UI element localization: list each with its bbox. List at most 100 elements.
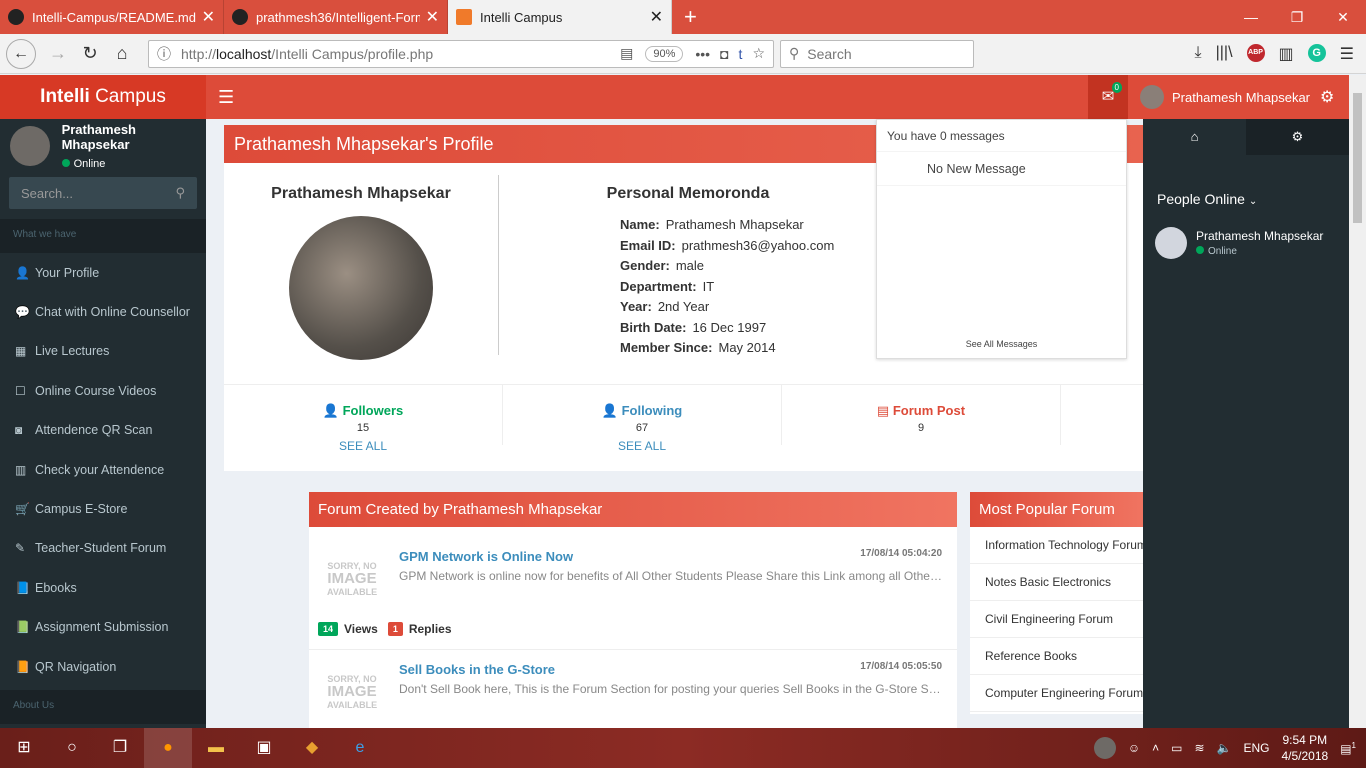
profile-name: Prathamesh Mhapsekar [271,185,451,202]
popular-forum-item[interactable]: Civil Engineering Forum [970,601,1143,638]
people-icon[interactable]: ☺ [1128,741,1140,755]
memo-title: Personal Memoronda [606,185,770,202]
url-bar[interactable]: ⓘ http://localhost/Intelli Campus/profil… [148,39,774,68]
app-icon[interactable]: ◆ [288,728,336,768]
firefox-icon[interactable]: ● [144,728,192,768]
zoom-level[interactable]: 90% [645,45,684,62]
sidebar-item-chat[interactable]: 💬 Chat with Online Counsellor [0,292,206,331]
start-icon[interactable]: ⊞ [0,728,48,768]
toolbar-right: ⤓ |||\ ABP ▥ G ☰ [1195,43,1366,64]
search-icon[interactable]: ⚲ [175,185,185,201]
scrollbar-thumb[interactable] [1353,93,1362,223]
sidebar-item-qr-navigation[interactable]: 📙 QR Navigation [0,647,206,686]
people-online-heading[interactable]: People Online ⌄ [1143,191,1349,207]
replies-badge: 1 [387,622,403,636]
search-placeholder: Search... [21,185,74,201]
messages-badge: 0 [1111,82,1122,93]
popular-forum-item[interactable]: Information Technology Forum [970,527,1143,564]
page-actions-icon[interactable]: ••• [695,46,710,62]
sidebar-item-ebooks[interactable]: 📘 Ebooks [0,568,206,607]
online-user[interactable]: Prathamesh Mhapsekar Online [1143,207,1349,259]
sidebar-item-attendence[interactable]: ▥ Check your Attendence [0,450,206,489]
see-all-following-link[interactable]: SEE ALL [503,439,781,453]
home-icon: ⌂ [1190,129,1199,144]
github-icon [8,9,24,25]
close-tab-icon[interactable]: ✕ [426,7,439,27]
forward-button[interactable]: → [42,43,74,64]
sidebar-item-assignment[interactable]: 📗 Assignment Submission [0,608,206,647]
task-view-icon[interactable]: ❐ [96,728,144,768]
stat-following: 👤 Following 67 SEE ALL [503,385,782,453]
tab-settings[interactable]: ⚙ [1246,119,1349,155]
popular-forum-item[interactable]: Reference Books [970,638,1143,675]
back-button[interactable]: ← [6,38,36,69]
tab-home[interactable]: ⌂ [1143,119,1246,155]
sidebar-item-forum[interactable]: ✎ Teacher-Student Forum [0,529,206,568]
grammarly-icon[interactable]: G [1307,43,1326,62]
restore-icon[interactable]: ❐ [1274,0,1320,34]
sidebar-item-your-profile[interactable]: 👤 Your Profile [0,253,206,292]
navigation-icon: 📙 [15,659,30,674]
browser-tab-repo[interactable]: prathmesh36/Intelligent-Form ✕ [224,0,448,34]
minimize-icon[interactable]: — [1228,0,1274,34]
volume-icon[interactable]: 🔈 [1217,741,1232,755]
stat-count: 67 [635,422,649,434]
forum-item-title[interactable]: Sell Books in the G-Store [399,662,555,677]
sidebar-toggle-button[interactable]: ☰ [218,87,234,108]
tab-label: prathmesh36/Intelligent-Form [256,9,420,25]
sidebar-item-course-videos[interactable]: ☐ Online Course Videos [0,371,206,410]
adblock-icon[interactable]: ABP [1246,43,1265,62]
home-button[interactable]: ⌂ [106,43,138,64]
browser-tab-strip: Intelli-Campus/README.md at ✕ prathmesh3… [0,0,1366,34]
close-tab-icon[interactable]: ✕ [202,7,215,27]
online-user-name: Prathamesh Mhapsekar [1196,229,1324,243]
cortana-icon[interactable]: ○ [48,728,96,768]
popular-forum-item[interactable]: Computer Engineering Forum [970,675,1143,712]
search-input[interactable]: ⚲ Search [780,39,974,68]
browser-tab-readme[interactable]: Intelli-Campus/README.md at ✕ [0,0,224,34]
library-icon[interactable]: |||\ [1216,44,1233,64]
clock[interactable]: 9:54 PM 4/5/2018 [1281,732,1328,764]
messages-button[interactable]: ✉ 0 [1088,75,1128,119]
window-controls: — ❐ ✕ [1228,0,1366,34]
download-icon[interactable]: ⤓ [1195,44,1202,64]
store-icon[interactable]: ▣ [240,728,288,768]
memo-row-birth-date: Birth Date: 16 Dec 1997 [620,319,767,335]
user-name: Prathamesh Mhapsekar [1172,89,1311,105]
sidebar-item-e-store[interactable]: 🛒 Campus E-Store [0,489,206,528]
notifications-icon[interactable]: ▤1 [1340,741,1356,756]
edge-icon[interactable]: e [336,728,384,768]
forum-item-title[interactable]: GPM Network is Online Now [399,549,573,564]
reader-view-icon[interactable]: ▤ [620,45,633,62]
sidebar-toggle-icon[interactable]: ▥ [1279,44,1294,64]
close-window-icon[interactable]: ✕ [1320,0,1366,34]
battery-icon[interactable]: ▭ [1171,741,1182,755]
wifi-icon[interactable]: ≋ [1194,741,1204,755]
brand-logo[interactable]: Intelli Campus [0,75,206,119]
bar-chart-icon: ▥ [15,462,27,477]
forum-created-box: Forum Created by Prathamesh Mhapsekar SO… [309,492,957,728]
avatar[interactable] [1093,737,1116,759]
popular-forum-item[interactable]: Notes Basic Electronics [970,564,1143,601]
sidebar-search-input[interactable]: Search... ⚲ [9,177,197,209]
pocket-icon[interactable]: ◘ [720,46,728,62]
see-all-messages-link[interactable]: See All Messages [877,330,1126,358]
language-indicator[interactable]: ENG [1243,741,1269,755]
file-explorer-icon[interactable]: ▬ [192,728,240,768]
see-all-followers-link[interactable]: SEE ALL [224,439,502,453]
new-tab-button[interactable]: + [672,0,709,34]
sidebar-item-qr-scan[interactable]: ◙ Attendence QR Scan [0,411,206,450]
chevron-up-icon[interactable]: ˄ [1152,741,1159,755]
close-tab-icon[interactable]: ✕ [650,7,663,27]
reload-button[interactable]: ↻ [74,43,106,64]
browser-tab-intelli-campus[interactable]: Intelli Campus ✕ [448,0,672,34]
sidebar-item-live-lectures[interactable]: ▦ Live Lectures [0,332,206,371]
info-icon[interactable]: ⓘ [157,44,171,64]
page-scrollbar[interactable] [1349,75,1366,728]
memo-row-email: Email ID: prathmesh36@yahoo.com [620,237,835,253]
bookmark-star-icon[interactable]: ☆ [752,45,765,62]
menu-icon[interactable]: ☰ [1340,44,1354,64]
user-menu[interactable]: Prathamesh Mhapsekar [1140,75,1310,119]
control-sidebar-gears-icon[interactable]: ⚙ [1320,87,1334,107]
tumblr-icon[interactable]: t [739,46,743,62]
